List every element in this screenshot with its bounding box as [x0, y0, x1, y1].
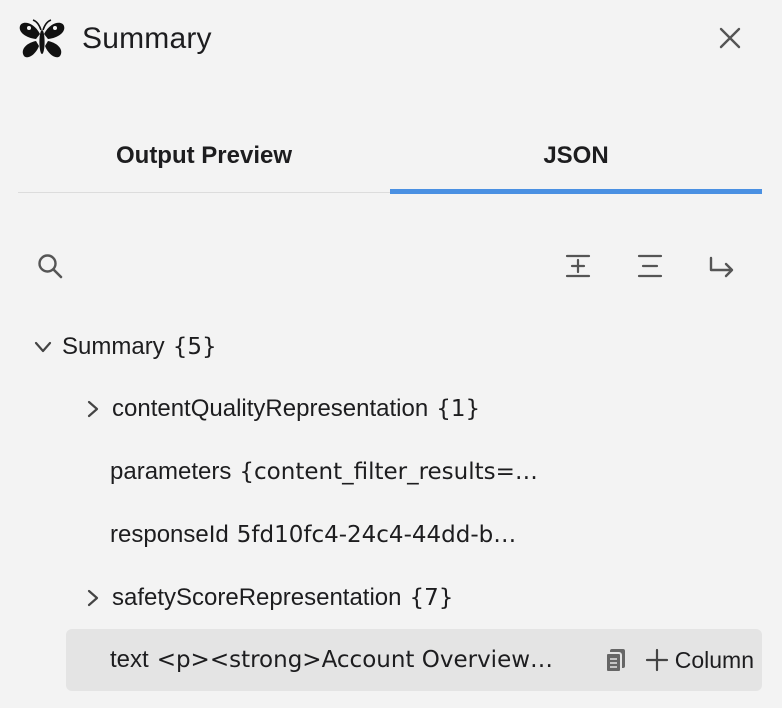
page-title: Summary	[82, 22, 212, 55]
node-value: {5}	[172, 334, 217, 360]
add-column-label: Column	[674, 646, 754, 673]
expand-all-icon	[565, 254, 591, 278]
close-icon	[719, 27, 741, 49]
tab-json[interactable]: JSON	[390, 118, 762, 194]
wrap-arrow-icon	[709, 256, 734, 278]
chevron-down-icon[interactable]	[30, 334, 56, 360]
node-key: safetyScoreRepresentation	[112, 584, 402, 611]
panel-header: Summary	[0, 0, 782, 84]
tree-node-safety-score[interactable]: safetyScoreRepresentation {7}	[80, 567, 453, 629]
expand-all-button[interactable]	[558, 246, 598, 286]
node-key: parameters	[110, 458, 232, 485]
node-key: text	[110, 646, 149, 673]
butterfly-icon	[18, 18, 66, 62]
view-tabs: Output Preview JSON	[18, 118, 762, 194]
node-key: Summary	[62, 333, 165, 360]
node-value: {1}	[436, 396, 481, 422]
tree-node-response-id[interactable]: responseId 5fd10fc4-24c4-44dd-b…	[110, 504, 516, 566]
row-actions: Column	[603, 629, 754, 691]
chevron-right-icon[interactable]	[80, 585, 106, 611]
wrap-button[interactable]	[702, 246, 742, 286]
chevron-right-icon[interactable]	[80, 396, 106, 422]
node-key: contentQualityRepresentation	[112, 395, 429, 422]
collapse-all-icon	[637, 254, 663, 278]
copy-button[interactable]	[603, 646, 629, 674]
tree-node-content-quality[interactable]: contentQualityRepresentation {1}	[80, 378, 480, 440]
json-toolbar	[18, 240, 762, 292]
node-value: {content_filter_results=…	[239, 459, 538, 485]
node-key: responseId	[110, 521, 229, 548]
collapse-all-button[interactable]	[630, 246, 670, 286]
add-column-button[interactable]: Column	[645, 647, 754, 674]
tree-node-parameters[interactable]: parameters {content_filter_results=…	[110, 441, 538, 503]
copy-icon	[604, 649, 625, 673]
tab-output-preview[interactable]: Output Preview	[18, 118, 390, 193]
search-button[interactable]	[30, 246, 70, 286]
tree-node-text[interactable]: text <p><strong>Account Overview… Column	[66, 629, 762, 691]
node-value: {7}	[409, 585, 454, 611]
summary-panel: Summary Output Preview JSON Summary {5} …	[0, 0, 782, 708]
node-value: <p><strong>Account Overview…	[156, 647, 554, 673]
tree-node-summary[interactable]: Summary {5}	[30, 316, 217, 378]
search-icon	[38, 254, 63, 279]
close-button[interactable]	[714, 22, 746, 54]
node-value: 5fd10fc4-24c4-44dd-b…	[236, 522, 517, 548]
plus-icon	[645, 648, 668, 672]
